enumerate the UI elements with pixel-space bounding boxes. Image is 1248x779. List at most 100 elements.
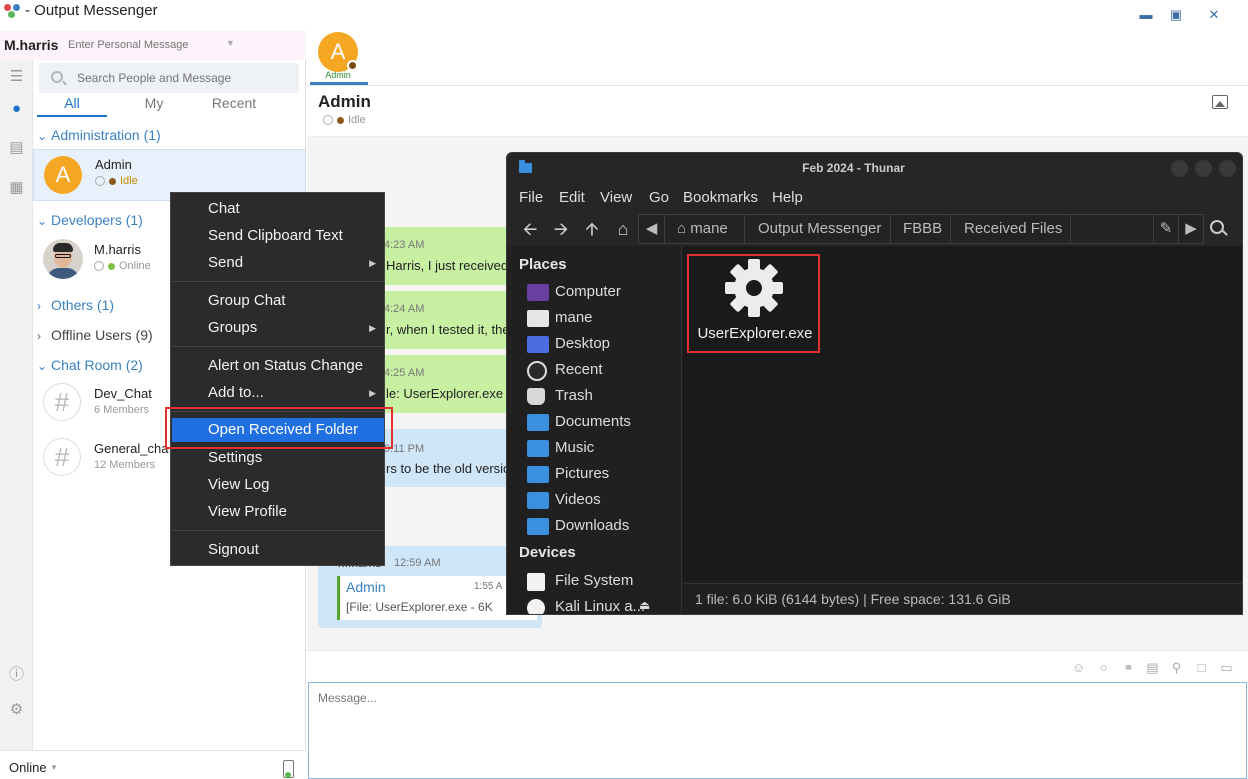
menu-item-group-chat[interactable]: Group Chat	[172, 289, 384, 313]
current-user-name: M.harris	[4, 37, 59, 53]
idle-dot-icon	[109, 177, 116, 185]
screenshot-icon[interactable]: □	[1194, 660, 1209, 675]
disc-icon	[527, 599, 545, 614]
place-documents[interactable]: Documents	[527, 412, 677, 434]
place-mane[interactable]: mane	[527, 308, 677, 330]
forward-arrow-icon[interactable]: 🡪	[550, 219, 572, 239]
maximize-icon[interactable]: ▣	[1166, 6, 1186, 24]
close-icon[interactable]: ✕	[1204, 6, 1224, 24]
place-recent[interactable]: Recent	[527, 360, 677, 382]
search-input[interactable]	[77, 68, 287, 88]
tab-recent[interactable]: Recent	[189, 94, 279, 112]
eject-icon[interactable]: ⏏	[639, 598, 650, 612]
message-input[interactable]	[318, 691, 1218, 771]
chatroom-members: 6 Members	[94, 404, 150, 416]
menu-item-alert-on-status-change[interactable]: Alert on Status Change	[172, 354, 384, 378]
status-selector[interactable]: Online	[9, 760, 47, 775]
path-segment-fbbb[interactable]: FBBB	[891, 215, 951, 243]
minimize-icon[interactable]: ▬	[1136, 6, 1156, 24]
chevron-down-icon[interactable]: ▼	[50, 763, 58, 772]
personal-message-input[interactable]	[64, 35, 222, 55]
mobile-icon[interactable]	[283, 760, 294, 778]
gear-icon[interactable]: ⚙	[8, 701, 25, 718]
menu-help[interactable]: Help	[772, 189, 803, 206]
chart-icon[interactable]: ▤	[1145, 660, 1160, 675]
menu-item-send[interactable]: Send ▶	[172, 251, 384, 275]
contact-context-menu: Chat Send Clipboard Text Send ▶ Group Cha…	[170, 192, 385, 566]
status-text: 1 file: 6.0 KiB (6144 bytes) | Free spac…	[695, 591, 1011, 607]
image-icon[interactable]	[1212, 95, 1228, 109]
close-icon[interactable]	[1219, 160, 1236, 177]
device-kali-linux[interactable]: Kali Linux a... ⏏	[527, 597, 677, 614]
menu-item-add-to[interactable]: Add to... ▶	[172, 381, 384, 405]
submenu-arrow-icon: ▶	[369, 258, 376, 268]
menu-item-view-log[interactable]: View Log	[172, 473, 384, 497]
up-arrow-icon[interactable]: 🡩	[581, 219, 603, 239]
path-segment-received-files[interactable]: Received Files	[951, 215, 1071, 243]
group-label: Chat Room (2)	[51, 357, 143, 373]
place-pictures[interactable]: Pictures	[527, 464, 677, 486]
menu-go[interactable]: Go	[649, 189, 669, 206]
home-icon[interactable]: ⌂	[612, 219, 634, 239]
group-others[interactable]: › Others (1)	[33, 297, 114, 313]
documents-folder-icon	[527, 414, 549, 431]
menu-edit[interactable]: Edit	[559, 189, 585, 206]
menu-item-chat[interactable]: Chat	[172, 197, 384, 221]
menu-item-settings[interactable]: Settings	[172, 446, 384, 470]
maximize-icon[interactable]	[1195, 160, 1212, 177]
place-desktop[interactable]: Desktop	[527, 334, 677, 356]
chevron-down-icon[interactable]: ▼	[226, 38, 235, 48]
place-music[interactable]: Music	[527, 438, 677, 460]
attachment-icon[interactable]: ⚲	[1169, 660, 1184, 675]
online-dot-icon	[108, 262, 115, 270]
search-icon[interactable]	[1210, 220, 1224, 234]
headset-icon[interactable]: ⚭	[1121, 660, 1136, 675]
video-icon[interactable]: ▭	[1219, 660, 1234, 675]
chatroom-name: General_cha	[94, 441, 169, 456]
place-downloads[interactable]: Downloads	[527, 516, 677, 538]
calendar-icon[interactable]: ▦	[8, 179, 25, 196]
menu-item-send-clipboard-text[interactable]: Send Clipboard Text	[172, 224, 384, 248]
group-administration[interactable]: ⌄ Administration (1)	[33, 127, 161, 143]
back-arrow-icon[interactable]: 🡨	[519, 219, 541, 239]
thunar-toolbar: 🡨 🡪 🡩 ⌂ ◀ ⌂ mane Output Messenger FBBB R…	[507, 213, 1242, 246]
emoji-icon[interactable]: ☺	[1071, 660, 1086, 675]
menu-item-groups[interactable]: Groups ▶	[172, 316, 384, 340]
hash-icon: #	[43, 438, 81, 476]
chevron-right-icon[interactable]: ▶	[1179, 215, 1203, 243]
tab-my[interactable]: My	[109, 94, 199, 112]
place-computer[interactable]: Computer	[527, 282, 677, 304]
message-time: 4:23 AM	[384, 239, 425, 251]
menu-item-view-profile[interactable]: View Profile	[172, 500, 384, 524]
menu-item-signout[interactable]: Signout	[172, 538, 384, 562]
path-segment-output-messenger[interactable]: Output Messenger	[745, 215, 891, 243]
group-developers[interactable]: ⌄ Developers (1)	[33, 212, 143, 228]
menu-file[interactable]: File	[519, 189, 543, 206]
menu-separator	[172, 281, 384, 282]
notes-icon[interactable]: ▤	[8, 139, 25, 156]
globe-icon	[94, 261, 104, 272]
group-offline-users[interactable]: › Offline Users (9)	[33, 327, 153, 343]
tab-all[interactable]: All	[27, 94, 117, 112]
menu-bookmarks[interactable]: Bookmarks	[683, 189, 758, 206]
chevron-down-icon: ⌄	[37, 129, 48, 143]
downloads-folder-icon	[527, 518, 549, 535]
path-segment-mane[interactable]: ⌂ mane	[665, 215, 745, 243]
menu-view[interactable]: View	[600, 189, 632, 206]
search-box	[39, 63, 299, 93]
chevron-down-icon: ⌄	[37, 359, 48, 373]
chevron-left-icon[interactable]: ◀	[639, 215, 665, 243]
app-title: - Output Messenger	[25, 2, 158, 19]
group-label: Developers (1)	[51, 212, 143, 228]
place-trash[interactable]: Trash	[527, 386, 677, 408]
minimize-icon[interactable]	[1171, 160, 1188, 177]
group-chat-room[interactable]: ⌄ Chat Room (2)	[33, 357, 143, 373]
place-videos[interactable]: Videos	[527, 490, 677, 512]
pencil-icon[interactable]: ✎	[1153, 215, 1179, 243]
contacts-icon[interactable]: ●	[8, 100, 25, 117]
device-file-system[interactable]: File System	[527, 571, 677, 593]
hamburger-menu-icon[interactable]: ☰	[8, 68, 25, 85]
globe-icon	[95, 176, 105, 187]
speech-bubble-icon[interactable]: ○	[1096, 660, 1111, 675]
info-icon[interactable]: ⓘ	[8, 666, 25, 683]
